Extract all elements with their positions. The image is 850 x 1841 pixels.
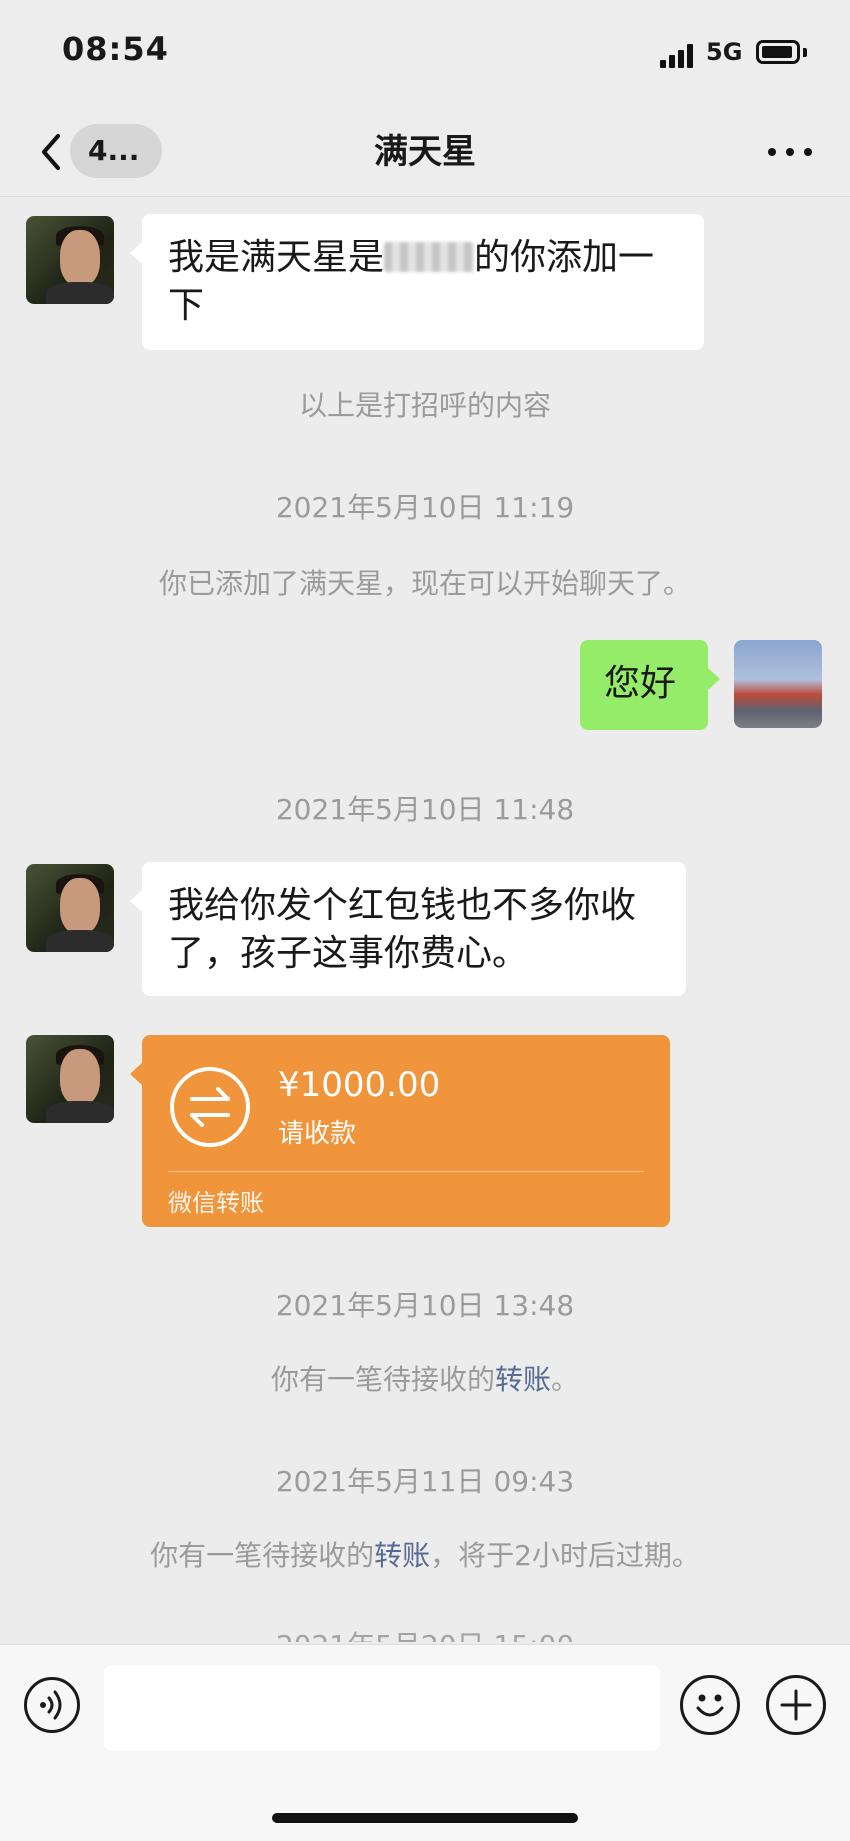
timestamp: 2021年5月10日 13:48 — [275, 1289, 575, 1322]
pending-prefix: 你有一笔待接收的 — [150, 1539, 375, 1572]
input-bar — [0, 1644, 850, 1841]
transfer-card[interactable]: ¥1000.00 请收款 微信转账 — [130, 1035, 670, 1227]
transfer-link[interactable]: 转账 — [374, 1539, 430, 1572]
pending-transfer-notice: 你有一笔待接收的转账。 — [0, 1358, 850, 1398]
timestamp-partial: 2021年5月20日 15:00 — [0, 1624, 850, 1642]
back-unread-badge[interactable]: 4... — [70, 124, 162, 178]
status-bar: 08:54 5G — [0, 0, 850, 108]
more-icon[interactable] — [766, 138, 814, 166]
nav-bar: 4... 满天星 — [0, 108, 850, 197]
pending-suffix: ，将于2小时后过期。 — [430, 1539, 700, 1572]
network-label: 5G — [706, 38, 743, 66]
message-bubble-contact[interactable]: 我给你发个红包钱也不多你收了，孩子这事你费心。 — [130, 862, 686, 996]
transfer-status: 请收款 — [278, 1119, 357, 1149]
status-time: 08:54 — [62, 30, 169, 68]
my-avatar[interactable] — [734, 640, 822, 728]
signal-icon — [660, 44, 694, 68]
voice-icon[interactable] — [24, 1677, 80, 1733]
pending-prefix: 你有一笔待接收的 — [270, 1363, 495, 1396]
message-bubble-greeting[interactable]: 我是满天星是 的你添加一下 — [130, 214, 704, 350]
chevron-left-icon[interactable] — [34, 130, 70, 174]
greeting-text-part1: 我是满天星是 — [168, 237, 385, 278]
greeting-note: 以上是打招呼的内容 — [298, 389, 551, 422]
message-input[interactable] — [104, 1665, 660, 1751]
timestamp: 2021年5月11日 09:43 — [275, 1465, 575, 1498]
red-packet-message-text: 我给你发个红包钱也不多你收了，孩子这事你费心。 — [168, 885, 637, 974]
timestamp: 2021年5月10日 11:48 — [275, 793, 575, 826]
my-reply-text: 您好 — [604, 663, 677, 704]
home-indicator[interactable] — [272, 1813, 578, 1823]
plus-icon[interactable] — [766, 1675, 826, 1735]
battery-cap — [803, 48, 807, 57]
contact-avatar[interactable] — [26, 216, 114, 304]
transfer-brand-label: 微信转账 — [168, 1189, 264, 1217]
transfer-link[interactable]: 转账 — [495, 1363, 551, 1396]
battery-icon — [756, 40, 800, 64]
contact-avatar[interactable] — [26, 864, 114, 952]
redacted-name — [384, 242, 475, 272]
smiley-icon[interactable] — [680, 1675, 740, 1735]
added-notice: 你已添加了满天星，现在可以开始聊天了。 — [158, 567, 691, 600]
pending-suffix: 。 — [551, 1363, 580, 1396]
pending-transfer-expiry-notice: 你有一笔待接收的转账，将于2小时后过期。 — [0, 1534, 850, 1574]
timestamp: 2021年5月10日 11:19 — [275, 491, 575, 524]
swap-arrows-icon — [170, 1067, 250, 1147]
contact-avatar[interactable] — [26, 1035, 114, 1123]
transfer-amount: ¥1000.00 — [278, 1065, 441, 1105]
message-bubble-mine[interactable]: 您好 — [580, 640, 720, 730]
transfer-divider — [168, 1171, 644, 1172]
